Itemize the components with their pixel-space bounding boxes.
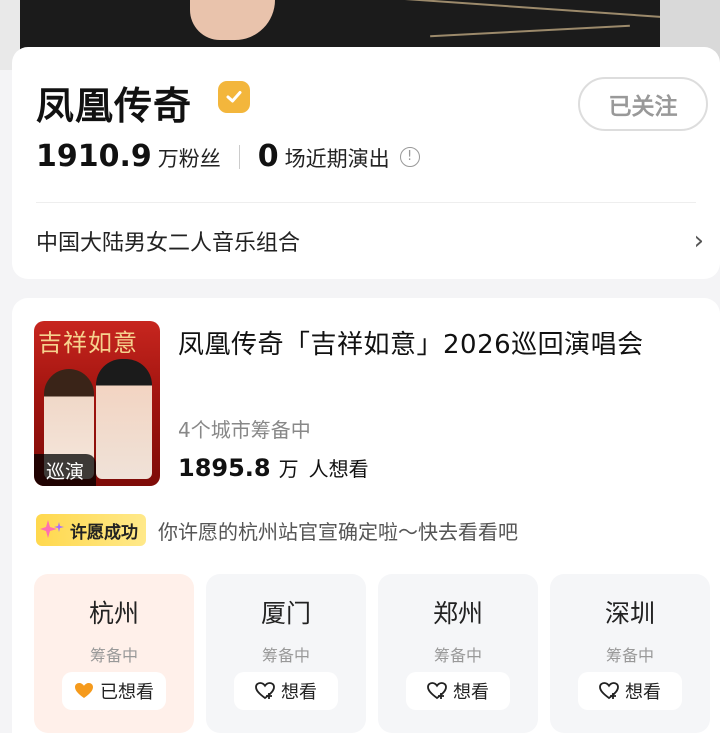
want-number: 1895.8 <box>178 454 271 482</box>
hero-trim <box>430 24 630 38</box>
tour-poster[interactable]: 吉祥如意 巡演 <box>34 321 160 486</box>
tour-status: 4个城市筹备中 <box>178 418 311 442</box>
tour-title[interactable]: 凤凰传奇「吉祥如意」2026巡回演唱会 <box>178 324 644 361</box>
want-button[interactable]: 想看 <box>234 672 338 710</box>
city-name: 杭州 <box>88 599 139 628</box>
city-name: 厦门 <box>260 599 311 628</box>
poster-title-script: 吉祥如意 <box>38 329 138 357</box>
want-button[interactable]: 想看 <box>406 672 510 710</box>
follow-button[interactable]: 已关注 <box>578 77 708 131</box>
heart-filled-icon <box>75 683 93 698</box>
wish-success-badge: 许愿成功 <box>36 514 146 546</box>
tour-want-count: 1895.8 万 人想看 <box>178 453 369 482</box>
city-card-shenzhen[interactable]: 深圳 筹备中 想看 <box>550 574 710 733</box>
wish-badge-label: 许愿成功 <box>70 522 138 543</box>
shows-unit: 场近期演出 <box>284 147 390 171</box>
want-label: 想看 <box>625 682 661 703</box>
heart-plus-icon <box>427 682 447 700</box>
city-status: 筹备中 <box>605 646 654 665</box>
city-name: 郑州 <box>432 599 483 628</box>
poster-figure-male <box>96 359 152 479</box>
poster-tour-tag: 巡演 <box>34 454 96 486</box>
want-label: 人想看 <box>308 457 369 481</box>
want-button[interactable]: 想看 <box>578 672 682 710</box>
wish-message: 你许愿的杭州站官宣确定啦～快去看看吧 <box>158 519 518 544</box>
wanted-button[interactable]: 已想看 <box>62 672 166 710</box>
city-card-zhengzhou[interactable]: 郑州 筹备中 想看 <box>378 574 538 733</box>
sparkle-icon <box>40 520 64 538</box>
hero-hand <box>190 0 275 40</box>
artist-stats: 1910.9 万粉丝 0 场近期演出 ! <box>36 139 420 174</box>
fans-count: 1910.9 <box>36 139 152 174</box>
artist-profile-card: 凤凰传奇 已关注 1910.9 万粉丝 0 场近期演出 ! 中国大陆男女二人音乐… <box>12 47 720 279</box>
shows-count: 0 <box>257 139 279 174</box>
wish-notice[interactable]: 许愿成功 你许愿的杭州站官宣确定啦～快去看看吧 <box>36 514 518 546</box>
fans-unit: 万粉丝 <box>157 147 221 171</box>
city-card-xiamen[interactable]: 厦门 筹备中 想看 <box>206 574 366 733</box>
chevron-right-icon: › <box>693 226 704 256</box>
heart-plus-icon <box>255 682 275 700</box>
city-status: 筹备中 <box>89 646 138 665</box>
want-unit: 万 <box>278 457 299 481</box>
info-icon[interactable]: ! <box>399 146 420 167</box>
artist-description-row[interactable]: 中国大陆男女二人音乐组合 › <box>36 223 704 259</box>
city-list: 杭州 筹备中 已想看 厦门 筹备中 想看 郑州 筹备中 想看 深圳 筹备中 想看 <box>34 574 710 733</box>
city-status: 筹备中 <box>261 646 310 665</box>
section-divider <box>36 202 696 203</box>
city-name: 深圳 <box>604 599 655 628</box>
stats-divider <box>238 144 240 169</box>
tour-card: 吉祥如意 巡演 凤凰传奇「吉祥如意」2026巡回演唱会 4个城市筹备中 1895… <box>12 298 720 733</box>
artist-name: 凤凰传奇 <box>36 84 193 128</box>
verified-check-icon <box>218 81 250 113</box>
city-card-hangzhou[interactable]: 杭州 筹备中 已想看 <box>34 574 194 733</box>
want-label: 想看 <box>453 682 489 703</box>
artist-description: 中国大陆男女二人音乐组合 <box>36 231 301 256</box>
city-status: 筹备中 <box>433 646 482 665</box>
want-label: 想看 <box>281 682 317 703</box>
heart-plus-icon <box>599 682 619 700</box>
wanted-label: 已想看 <box>100 682 154 703</box>
hero-trim <box>340 0 670 19</box>
